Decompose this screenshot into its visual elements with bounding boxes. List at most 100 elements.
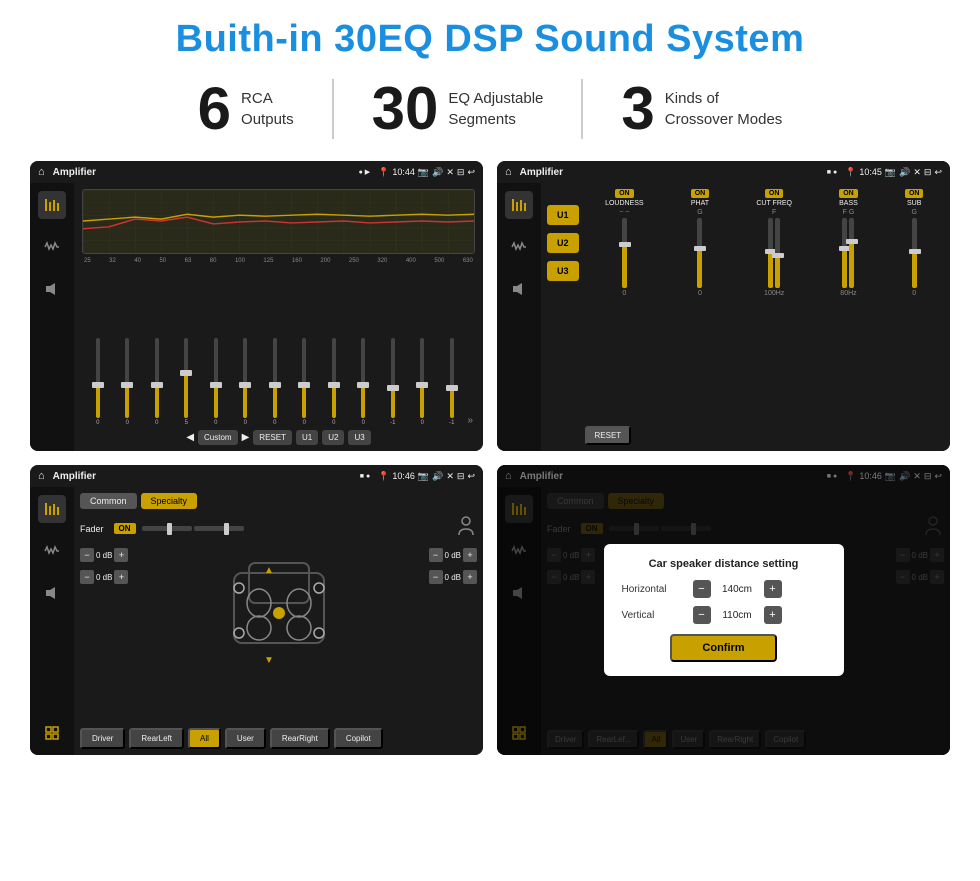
fader-rl-plus[interactable]: +: [114, 570, 128, 584]
eq-slider-9[interactable]: 0: [320, 338, 348, 426]
close-icon-2[interactable]: ✕: [913, 167, 921, 178]
fader-right-levels: − 0 dB + − 0 dB +: [429, 548, 477, 584]
fader-h-thumb-1: [167, 523, 172, 535]
fader-sidebar-expand-icon[interactable]: [38, 719, 66, 747]
eq-slider-5[interactable]: 0: [202, 338, 230, 426]
preset-u3[interactable]: U3: [547, 261, 579, 281]
eq-slider-1[interactable]: 0: [84, 338, 112, 426]
fader-btn-user[interactable]: User: [225, 728, 266, 749]
home-icon[interactable]: ⌂: [38, 166, 45, 178]
back-icon-2[interactable]: ↩: [934, 167, 942, 178]
fader-btn-driver[interactable]: Driver: [80, 728, 125, 749]
vertical-plus-btn[interactable]: +: [764, 606, 782, 624]
horizontal-plus-btn[interactable]: +: [764, 580, 782, 598]
fader-btn-copilot[interactable]: Copilot: [334, 728, 383, 749]
confirm-button[interactable]: Confirm: [670, 634, 776, 662]
fader-rr-minus[interactable]: −: [429, 570, 443, 584]
eq-slider-11[interactable]: -1: [379, 338, 407, 426]
close-icon[interactable]: ✕: [446, 167, 454, 178]
tab-common[interactable]: Common: [80, 493, 137, 509]
fader-left-levels: − 0 dB + − 0 dB +: [80, 548, 128, 584]
eq-slider-12[interactable]: 0: [409, 338, 437, 426]
fader-btn-rearright[interactable]: RearRight: [270, 728, 330, 749]
close-icon-3[interactable]: ✕: [446, 471, 454, 482]
eq-sidebar-wave-icon[interactable]: [38, 233, 66, 261]
stat-crossover-text: Kinds of Crossover Modes: [665, 88, 783, 130]
eq-backward-btn[interactable]: ◀: [186, 432, 194, 443]
eq-status-icons: 📍 10:44 📷 🔊 ✕ ⊟ ↩: [378, 167, 475, 178]
horizontal-minus-btn[interactable]: −: [693, 580, 711, 598]
fader-sidebar-eq-icon[interactable]: [38, 495, 66, 523]
home-icon-3[interactable]: ⌂: [38, 470, 45, 482]
eq-app-title: Amplifier: [53, 167, 355, 178]
fader-person-icon[interactable]: [455, 515, 477, 542]
eq-sidebar-eq-icon[interactable]: [38, 191, 66, 219]
page-wrapper: Buith-in 30EQ DSP Sound System 6 RCA Out…: [0, 0, 980, 881]
fader-app-title: Amplifier: [53, 471, 356, 482]
eq-graph: [82, 189, 475, 254]
loudness-slider[interactable]: [622, 218, 627, 288]
tab-specialty[interactable]: Specialty: [141, 493, 198, 509]
preset-u2[interactable]: U2: [547, 233, 579, 253]
eq-slider-3[interactable]: 0: [143, 338, 171, 426]
fader-on-badge[interactable]: ON: [114, 523, 136, 534]
eq-slider-2[interactable]: 0: [114, 338, 142, 426]
fader-h-sliders: [142, 526, 244, 531]
phat-slider[interactable]: [697, 218, 702, 288]
crossover-sidebar-speaker-icon[interactable]: [505, 275, 533, 303]
eq-sidebar-speaker-icon[interactable]: [38, 275, 66, 303]
eq-forward-btn[interactable]: ▶: [242, 432, 250, 443]
fader-btn-all[interactable]: All: [188, 728, 221, 749]
back-icon-3[interactable]: ↩: [467, 471, 475, 482]
eq-u1-btn[interactable]: U1: [296, 430, 318, 445]
fader-rl-minus[interactable]: −: [80, 570, 94, 584]
eq-slider-6[interactable]: 0: [232, 338, 260, 426]
loudness-on[interactable]: ON: [615, 189, 634, 198]
eq-u3-btn[interactable]: U3: [348, 430, 370, 445]
fader-sidebar-wave-icon[interactable]: [38, 537, 66, 565]
cutfreq-slider-g[interactable]: [775, 218, 780, 288]
fader-fl-plus[interactable]: +: [114, 548, 128, 562]
eq-slider-8[interactable]: 0: [291, 338, 319, 426]
crossover-sidebar-eq-icon[interactable]: [505, 191, 533, 219]
location-icon: 📍: [378, 167, 389, 178]
fader-rr-plus[interactable]: +: [463, 570, 477, 584]
fader-fr-plus[interactable]: +: [463, 548, 477, 562]
fader-h-track-1[interactable]: [142, 526, 192, 531]
eq-custom-btn[interactable]: Custom: [198, 430, 238, 445]
eq-u2-btn[interactable]: U2: [322, 430, 344, 445]
back-icon[interactable]: ↩: [467, 167, 475, 178]
screen-fader: ⌂ Amplifier ■ ● 📍 10:46 📷 🔊 ✕ ⊟ ↩: [30, 465, 483, 755]
bass-slider-f[interactable]: [842, 218, 847, 288]
window-icon-2[interactable]: ⊟: [924, 167, 932, 178]
fader-screen-content: Common Specialty Fader ON: [30, 487, 483, 755]
fader-sidebar-speaker-icon[interactable]: [38, 579, 66, 607]
crossover-sidebar-wave-icon[interactable]: [505, 233, 533, 261]
phat-on[interactable]: ON: [691, 189, 710, 198]
fader-h-track-2[interactable]: [194, 526, 244, 531]
cutfreq-on[interactable]: ON: [765, 189, 784, 198]
fader-fl-minus[interactable]: −: [80, 548, 94, 562]
eq-slider-4[interactable]: 5: [173, 338, 201, 426]
eq-reset-btn[interactable]: RESET: [253, 430, 292, 445]
eq-slider-7[interactable]: 0: [261, 338, 289, 426]
preset-u1[interactable]: U1: [547, 205, 579, 225]
eq-slider-10[interactable]: 0: [350, 338, 378, 426]
fader-btn-rearleft[interactable]: RearLeft: [129, 728, 184, 749]
fader-fr-minus[interactable]: −: [429, 548, 443, 562]
window-icon[interactable]: ⊟: [457, 167, 465, 178]
stat-eq-text: EQ Adjustable Segments: [448, 88, 543, 130]
sub-slider[interactable]: [912, 218, 917, 288]
fader-dot-icons: ■ ●: [360, 473, 370, 480]
window-icon-3[interactable]: ⊟: [457, 471, 465, 482]
vertical-minus-btn[interactable]: −: [693, 606, 711, 624]
eq-slider-13[interactable]: -1: [438, 338, 466, 426]
vertical-value: 110cm: [715, 610, 760, 621]
ch-loudness: ON LOUDNESS −~ 0: [605, 189, 644, 422]
crossover-reset-btn[interactable]: RESET: [585, 426, 632, 445]
eq-main-content: 253240506380100125160200250320400500630 …: [74, 183, 483, 451]
bass-on[interactable]: ON: [839, 189, 858, 198]
home-icon-2[interactable]: ⌂: [505, 166, 512, 178]
bass-slider-g[interactable]: [849, 218, 854, 288]
sub-on[interactable]: ON: [905, 189, 924, 198]
